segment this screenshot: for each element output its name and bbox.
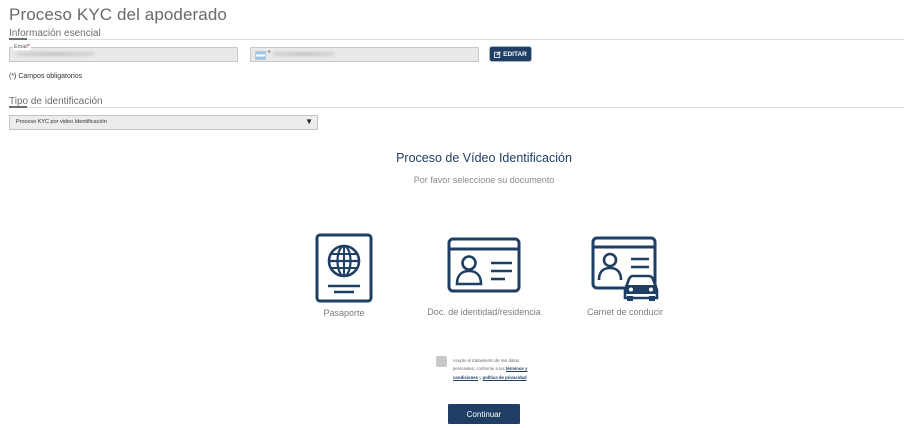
edit-button-label: EDITAR (503, 50, 527, 58)
essential-info-underline (9, 38, 27, 40)
phone-field-value-redacted (273, 52, 335, 56)
consent-text: Acepto el tratamiento de mis datos perso… (453, 357, 539, 382)
edit-button[interactable]: EDITAR (490, 47, 531, 61)
driver-license-icon (591, 236, 659, 301)
page-title: Proceso KYC del apoderado (9, 5, 227, 24)
video-id-title: Proceso de Vídeo Identificación (396, 151, 572, 165)
required-fields-note: (*) Campos obligatorios (9, 73, 83, 80)
privacy-link[interactable]: política de privacidad (483, 375, 527, 380)
email-field[interactable] (9, 47, 238, 62)
identification-type-value: Proceso KYC por video Identificación (16, 119, 107, 125)
continue-button[interactable]: Continuar (448, 404, 520, 424)
email-label: Email* (13, 44, 31, 50)
identification-underline (9, 106, 27, 108)
id-card-option[interactable] (447, 237, 521, 298)
video-id-subtitle: Por favor seleccione su documento (413, 175, 555, 185)
identification-divider (9, 107, 904, 108)
consent-checkbox[interactable] (436, 356, 447, 367)
flag-argentina-icon[interactable] (255, 51, 266, 60)
essential-info-divider (9, 39, 904, 40)
phone-field[interactable]: + (250, 47, 479, 62)
email-field-value-redacted (16, 52, 94, 56)
driver-license-option[interactable] (591, 236, 659, 307)
id-card-icon (447, 237, 521, 293)
passport-icon (315, 233, 373, 303)
consent-connector: y (479, 374, 482, 380)
identification-type-select[interactable]: Proceso KYC por video Identificación ▼ (9, 115, 318, 130)
edit-icon (494, 50, 501, 58)
driver-license-label[interactable]: Carnet de conducir (575, 307, 675, 317)
dropdown-arrow-icon: ▼ (305, 117, 313, 126)
phone-prefix: + (267, 49, 272, 56)
passport-label[interactable]: Pasaporte (303, 308, 385, 318)
id-card-label[interactable]: Doc. de identidad/residencia (424, 307, 544, 317)
passport-option[interactable] (315, 233, 373, 308)
